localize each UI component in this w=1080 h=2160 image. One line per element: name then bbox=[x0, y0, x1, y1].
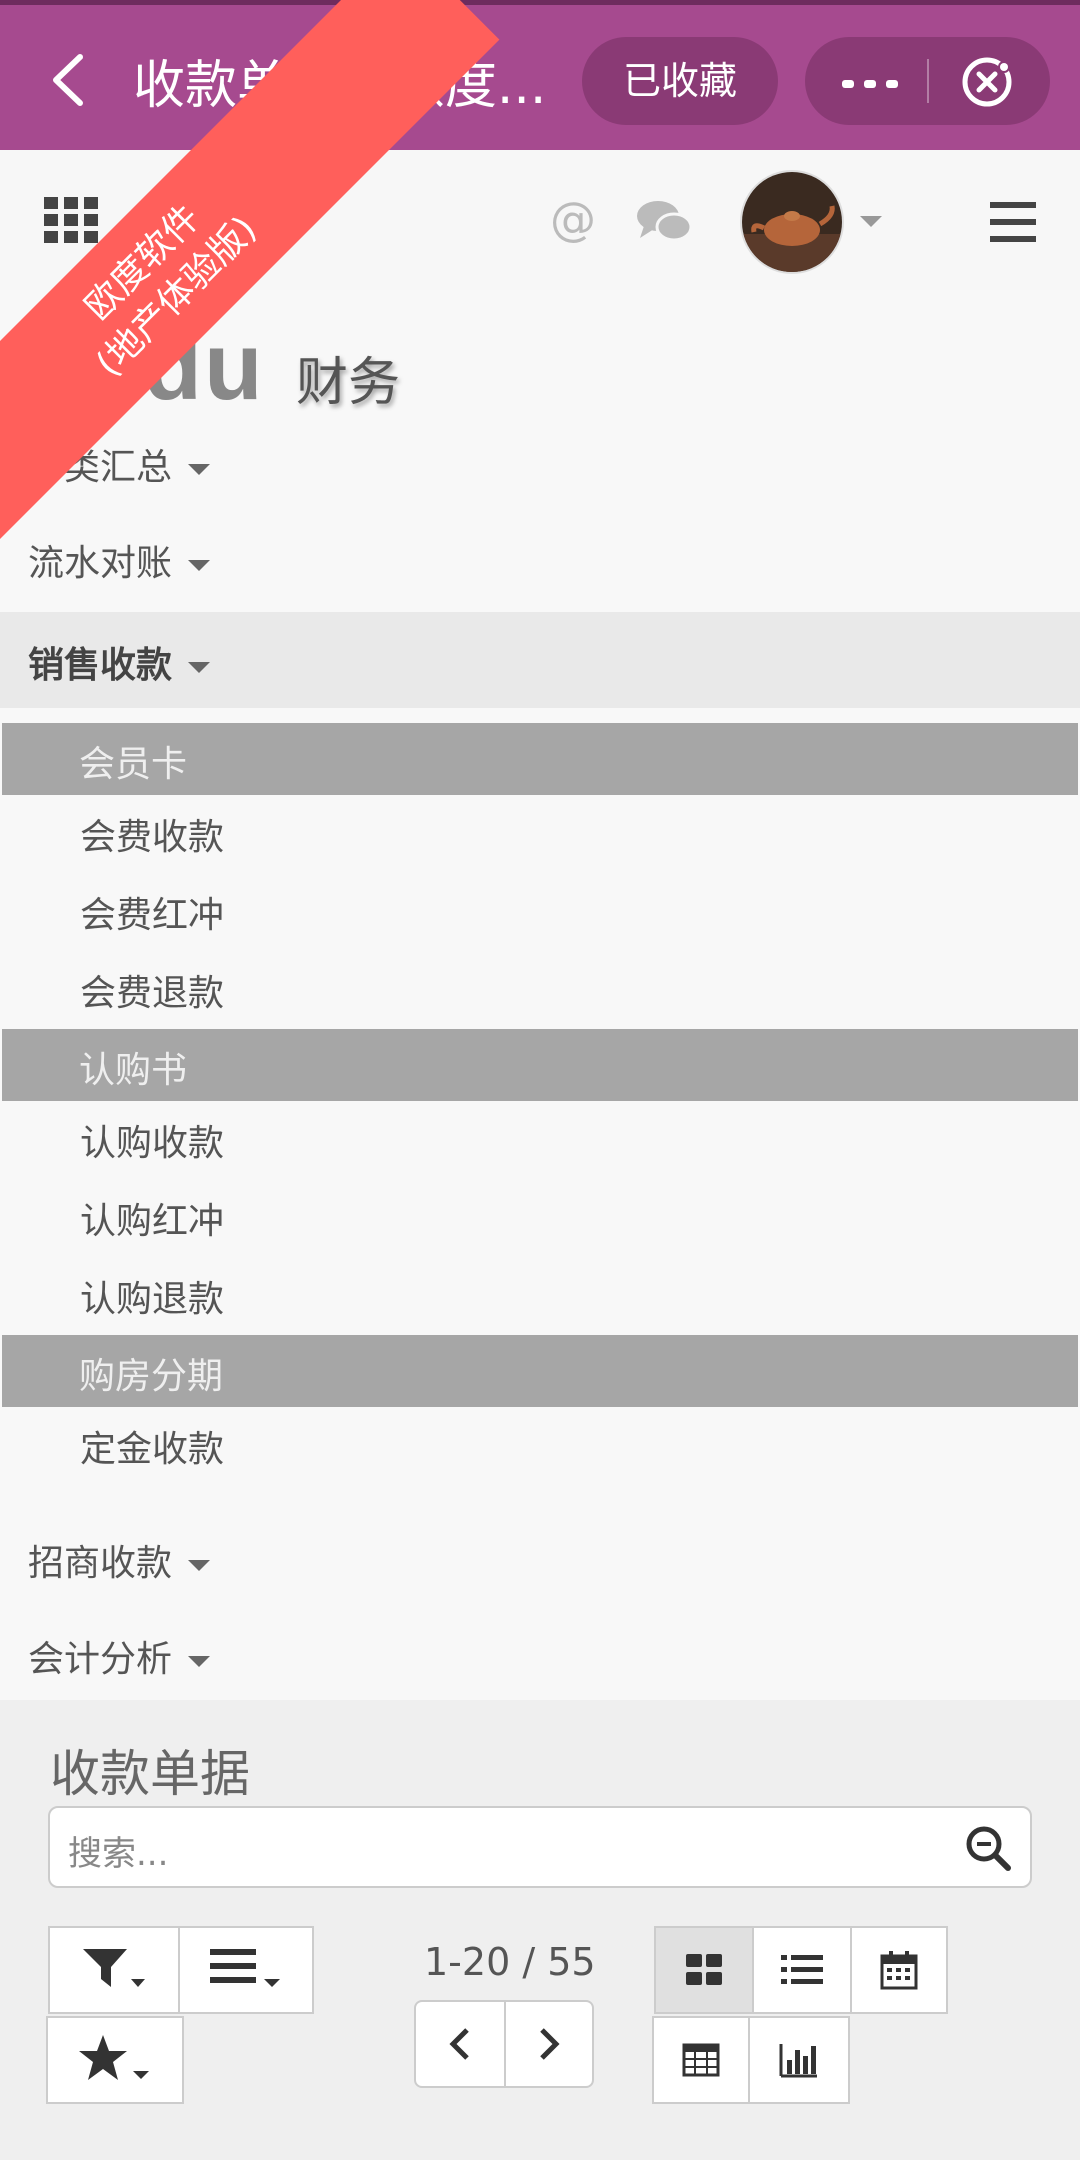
menu-item-summary[interactable]: 分类汇总 bbox=[0, 414, 1080, 510]
group-by-button[interactable] bbox=[178, 1926, 314, 2014]
chat-icon[interactable] bbox=[636, 200, 693, 244]
filter-button[interactable] bbox=[48, 1926, 180, 2014]
more-icon[interactable] bbox=[842, 75, 902, 88]
mini-program-header: 收款单据 - 欧度... 已收藏 bbox=[0, 0, 1080, 150]
menu-item-label: 流水对账 bbox=[28, 543, 173, 584]
module-name: 财务 bbox=[296, 353, 401, 413]
chevron-left-icon bbox=[449, 2028, 469, 2060]
star-icon bbox=[79, 2035, 149, 2080]
mini-program-capsule bbox=[805, 37, 1050, 125]
kanban-view-button[interactable] bbox=[654, 1926, 754, 2014]
caret-down-icon bbox=[188, 1655, 211, 1667]
mention-icon[interactable]: @ bbox=[550, 192, 596, 246]
bar-chart-icon bbox=[779, 2044, 817, 2078]
apps-grid-icon[interactable] bbox=[44, 197, 98, 243]
favorite-button[interactable]: 已收藏 bbox=[582, 37, 778, 125]
table-icon bbox=[682, 2043, 720, 2077]
caret-down-icon bbox=[188, 559, 211, 571]
menu-item-label: 会计分析 bbox=[28, 1639, 173, 1680]
menu-item-label: 销售收款 bbox=[28, 645, 173, 686]
caret-down-icon bbox=[188, 1559, 211, 1571]
chevron-down-icon[interactable] bbox=[860, 216, 882, 227]
pager-previous-button[interactable] bbox=[414, 2000, 506, 2088]
capsule-divider bbox=[927, 59, 929, 103]
search-placeholder: 搜索... bbox=[68, 1834, 169, 1874]
list-group-icon bbox=[210, 1949, 280, 1987]
pivot-view-button[interactable] bbox=[652, 2016, 750, 2104]
calendar-icon bbox=[880, 1951, 918, 1990]
submenu-item[interactable]: 认购退款 bbox=[80, 1270, 224, 1322]
pager-next-button[interactable] bbox=[504, 2000, 594, 2088]
submenu-item[interactable]: 会费退款 bbox=[80, 964, 224, 1016]
favorites-button[interactable] bbox=[46, 2016, 184, 2104]
submenu-item[interactable]: 认购红冲 bbox=[80, 1192, 224, 1244]
search-input[interactable]: 搜索... bbox=[48, 1806, 1032, 1888]
menu-item-reconcile[interactable]: 流水对账 bbox=[0, 510, 1080, 606]
list-view-button[interactable] bbox=[752, 1926, 852, 2014]
hamburger-menu-icon[interactable] bbox=[990, 202, 1036, 242]
submenu-item[interactable]: 定金收款 bbox=[80, 1420, 224, 1472]
menu-item-accounting-analysis[interactable]: 会计分析 bbox=[0, 1606, 1080, 1702]
submenu-section-header: 认购书 bbox=[2, 1029, 1078, 1101]
back-icon[interactable] bbox=[40, 45, 100, 115]
caret-down-icon bbox=[188, 463, 211, 475]
sidebar-menu: Oudu 财务 分类汇总 流水对账 销售收款 会员卡 会费收款 会费红冲 会费退… bbox=[0, 290, 1080, 1700]
pager-value: 1-20 / 55 bbox=[424, 1940, 596, 1984]
calendar-view-button[interactable] bbox=[850, 1926, 948, 2014]
menu-item-label: 招商收款 bbox=[28, 1543, 173, 1584]
kanban-icon bbox=[686, 1954, 722, 1985]
list-icon bbox=[781, 1955, 823, 1984]
chevron-right-icon bbox=[540, 2028, 560, 2060]
menu-item-sales-receipts[interactable]: 销售收款 bbox=[0, 612, 1080, 708]
close-program-icon[interactable] bbox=[960, 55, 1014, 109]
control-panel: 收款单据 搜索... 1-20 / 55 bbox=[0, 1700, 1080, 2160]
submenu-item[interactable]: 会费红冲 bbox=[80, 886, 224, 938]
caret-down-icon bbox=[188, 661, 211, 673]
search-icon[interactable] bbox=[964, 1824, 1012, 1872]
list-title: 收款单据 bbox=[50, 1745, 250, 1803]
submenu-item[interactable]: 认购收款 bbox=[80, 1114, 224, 1166]
filter-icon bbox=[83, 1949, 145, 1987]
avatar[interactable] bbox=[740, 170, 844, 274]
submenu-item[interactable]: 会费收款 bbox=[80, 808, 224, 860]
menu-item-leasing-receipts[interactable]: 招商收款 bbox=[0, 1510, 1080, 1606]
graph-view-button[interactable] bbox=[748, 2016, 850, 2104]
submenu-section-header: 购房分期 bbox=[2, 1335, 1078, 1407]
submenu-section-header: 会员卡 bbox=[2, 723, 1078, 795]
